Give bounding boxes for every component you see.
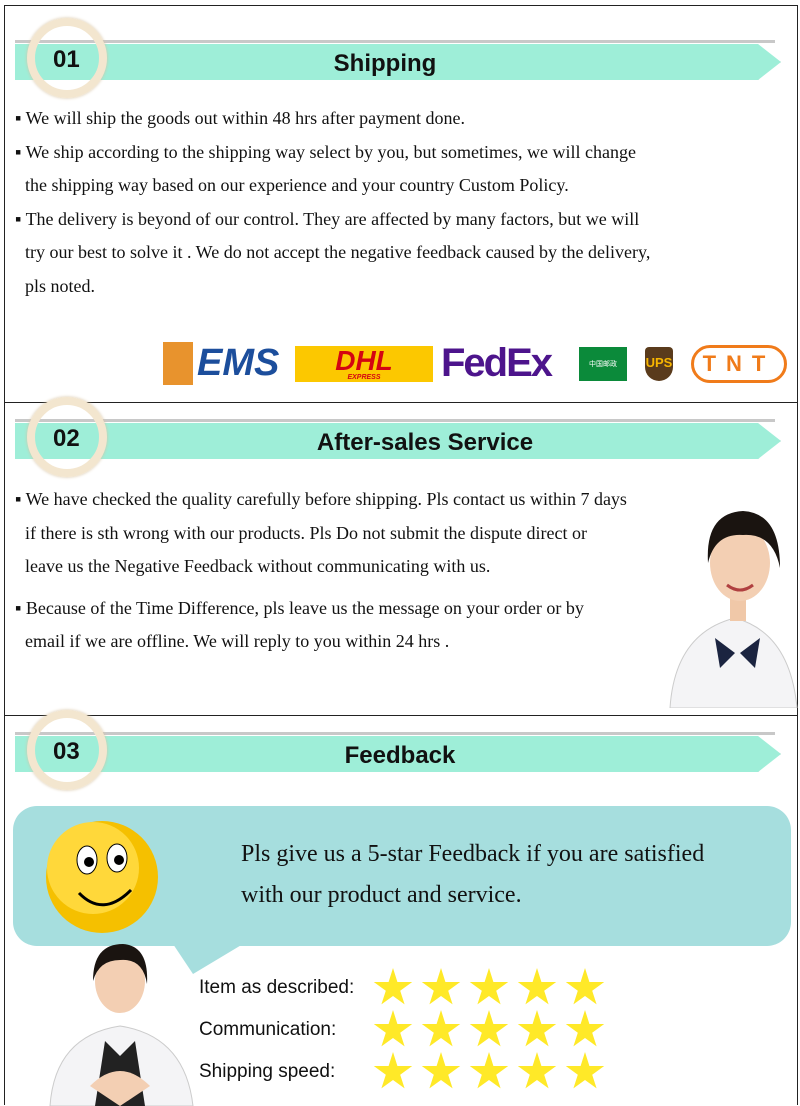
- bullet: ▪ We ship according to the shipping way …: [15, 141, 636, 162]
- shipping-text: ▪ We will ship the goods out within 48 h…: [15, 102, 650, 303]
- star-icon: [517, 1052, 557, 1089]
- section-banner: Feedback 03: [11, 710, 791, 790]
- rating-row: Item as described:: [199, 968, 605, 1008]
- feedback-message: Pls give us a 5-star Feedback if you are…: [241, 841, 705, 908]
- bullet-cont: try our best to solve it . We do not acc…: [25, 242, 651, 262]
- shipping-section: Shipping 01 ▪ We will ship the goods out…: [4, 5, 798, 403]
- star-icon: [565, 1010, 605, 1047]
- rating-row: Shipping speed:: [199, 1052, 605, 1092]
- support-agent-image: [669, 511, 798, 708]
- carrier-logos: EMS DHL EXPRESS FedEx 中国邮政 UPS TNT: [163, 341, 787, 386]
- agent-heart-image: [49, 944, 194, 1106]
- fedex-logo: FedEx: [441, 341, 553, 385]
- star-icon: [421, 1010, 461, 1047]
- star-icon: [565, 968, 605, 1005]
- star-icon: [517, 968, 557, 1005]
- tnt-logo: TNT: [691, 344, 787, 383]
- section-number: 02: [53, 425, 80, 452]
- star-rating: [373, 1052, 605, 1092]
- star-rating: [373, 968, 605, 1008]
- section-title: Shipping: [333, 50, 437, 77]
- bullet-cont: if there is sth wrong with our products.…: [25, 522, 587, 543]
- rating-label: Shipping speed:: [199, 1061, 336, 1082]
- star-icon: [373, 1052, 413, 1089]
- ups-logo: UPS: [645, 346, 673, 381]
- star-icon: [469, 1052, 509, 1089]
- rating-label: Communication:: [199, 1019, 337, 1040]
- star-icon: [373, 1010, 413, 1047]
- after-sales-text: ▪ We have checked the quality carefully …: [15, 483, 627, 659]
- feedback-section: Feedback 03 Pls give us a 5-star Feedbac…: [4, 710, 798, 1106]
- section-title: Feedback: [344, 742, 456, 769]
- bullet: ▪ The delivery is beyond of our control.…: [15, 208, 640, 229]
- bullet-cont: leave us the Negative Feedback without c…: [25, 556, 491, 576]
- bullet-cont: email if we are offline. We will reply t…: [25, 631, 450, 651]
- section-number: 01: [53, 46, 80, 73]
- section-number: 03: [53, 738, 80, 765]
- ems-logo: EMS: [163, 342, 287, 385]
- rating-label: Item as described:: [199, 977, 355, 998]
- bullet: ▪ We have checked the quality carefully …: [15, 489, 627, 509]
- star-icon: [517, 1010, 557, 1047]
- feedback-bubble: Pls give us a 5-star Feedback if you are…: [13, 806, 791, 974]
- star-icon: [421, 1052, 461, 1089]
- star-icon: [469, 968, 509, 1005]
- section-banner: Shipping 01: [11, 18, 791, 98]
- bullet: ▪ We will ship the goods out within 48 h…: [15, 108, 466, 128]
- china-post-logo: 中国邮政: [579, 346, 627, 381]
- section-banner: After-sales Service 02: [11, 397, 791, 477]
- smiley-icon: [46, 821, 158, 933]
- bullet-cont: pls noted.: [25, 275, 95, 296]
- star-icon: [373, 968, 413, 1005]
- after-sales-section: After-sales Service 02 ▪ We have checked…: [4, 397, 798, 716]
- star-icon: [469, 1010, 509, 1047]
- rating-row: Communication:: [199, 1010, 605, 1050]
- star-icon: [421, 968, 461, 1005]
- bullet-cont: the shipping way based on our experience…: [25, 175, 569, 195]
- section-title: After-sales Service: [316, 429, 534, 456]
- bullet: ▪ Because of the Time Difference, pls le…: [15, 597, 584, 618]
- star-rating: [373, 1010, 605, 1050]
- star-icon: [565, 1052, 605, 1089]
- dhl-logo: DHL EXPRESS: [295, 345, 433, 382]
